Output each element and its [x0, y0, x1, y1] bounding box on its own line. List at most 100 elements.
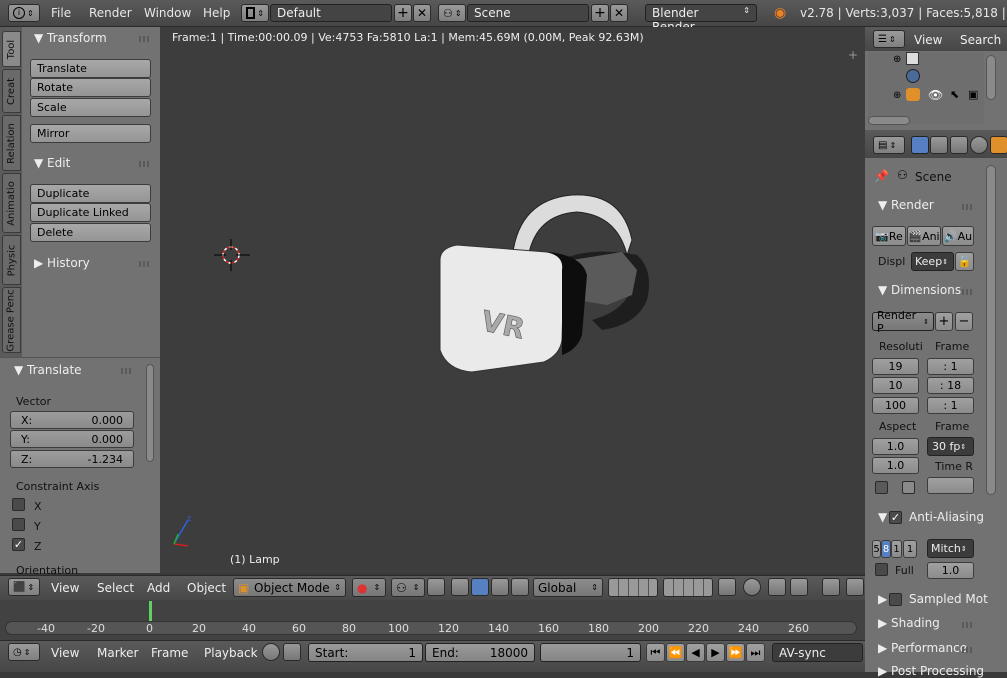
render-animation-button[interactable]: 🎬 Ani — [907, 226, 941, 246]
aa-samples-5[interactable]: 5 — [872, 540, 881, 558]
operator-panel-header[interactable]: ▼ Translate — [14, 363, 82, 377]
pin-icon[interactable]: 📌 — [874, 169, 889, 183]
dimensions-panel-header[interactable]: ▼ Dimensions — [878, 283, 961, 297]
display-mode-select[interactable]: Keep ⇕ — [911, 252, 954, 271]
scene-selector-button[interactable]: ⚇ ⇕ — [438, 4, 466, 22]
duplicate-linked-button[interactable]: Duplicate Linked — [30, 203, 151, 222]
jump-start-icon[interactable]: ⏮ — [646, 643, 665, 662]
scale-button[interactable]: Scale — [30, 98, 151, 117]
tab-physics[interactable]: Physic — [2, 235, 21, 285]
translate-button[interactable]: Translate — [30, 59, 151, 78]
timeline-menu-marker[interactable]: Marker — [97, 646, 138, 660]
panel-grip-icon[interactable] — [962, 289, 974, 295]
rotate-manipulator-icon[interactable] — [491, 578, 509, 596]
lock-interface-icon[interactable]: 🔓 — [955, 252, 974, 271]
timeline-menu-playback[interactable]: Playback — [204, 646, 258, 660]
delete-scene-button[interactable]: ✕ — [610, 4, 628, 22]
time-remap-field[interactable] — [927, 477, 974, 494]
panel-grip-icon[interactable] — [962, 622, 974, 628]
full-sample-checkbox[interactable] — [875, 563, 888, 576]
translate-arrow-icon[interactable] — [471, 578, 489, 596]
filter-size-field[interactable]: 1.0 — [927, 562, 974, 579]
outliner-search-menu[interactable]: Search — [960, 33, 1001, 47]
menu-file[interactable]: File — [51, 6, 71, 20]
expand-icon[interactable]: ⊕ — [893, 54, 901, 65]
post-processing-panel-header[interactable]: ▶ Post Processing — [878, 664, 984, 678]
properties-scrollbar[interactable] — [986, 165, 996, 495]
editor-type-button[interactable]: i ⇕ — [8, 4, 40, 22]
translate-y-field[interactable]: Y: 0.000 — [10, 430, 134, 448]
end-frame-field[interactable]: End: 18000 — [425, 643, 535, 662]
border-checkbox[interactable] — [875, 481, 888, 494]
jump-keyframe-back-icon[interactable]: ⏪ — [666, 643, 685, 662]
axis-z-checkbox[interactable]: ✓ — [12, 538, 25, 551]
render-preview-icon[interactable] — [822, 578, 840, 596]
scale-manipulator-icon[interactable] — [511, 578, 529, 596]
timeline-menu-view[interactable]: View — [51, 646, 79, 660]
layer-buttons-group-1[interactable] — [608, 578, 658, 597]
timeline-scrollbar[interactable] — [5, 621, 857, 635]
object-tab-icon[interactable] — [990, 136, 1007, 154]
render-layers-tab-icon[interactable] — [930, 136, 948, 154]
panel-grip-icon[interactable] — [139, 261, 151, 267]
tab-grease-pencil[interactable]: Grease Penc — [2, 287, 21, 353]
snap-toggle-icon[interactable] — [768, 578, 786, 596]
outliner-view-menu[interactable]: View — [914, 33, 942, 47]
menu-view[interactable]: View — [51, 581, 79, 595]
tab-create[interactable]: Creat — [2, 69, 21, 113]
translate-z-field[interactable]: Z: -1.234 — [10, 450, 134, 468]
menu-add[interactable]: Add — [147, 581, 170, 595]
camera-render-icon[interactable]: ▣ — [968, 88, 978, 101]
pivot-point-select[interactable]: ⚇ ⇕ — [391, 578, 425, 597]
translate-manipulator-icon[interactable] — [451, 578, 469, 596]
interaction-mode-select[interactable]: ▣ Object Mode ⇕ — [233, 578, 346, 597]
tab-tool[interactable]: Tool — [2, 31, 21, 67]
sampled-motion-panel-header[interactable]: ▶ — [878, 592, 887, 606]
outliner-editor-button[interactable]: ☰ ⇕ — [873, 30, 905, 48]
jump-keyframe-forward-icon[interactable]: ⏩ — [726, 643, 745, 662]
translate-x-field[interactable]: X: 0.000 — [10, 411, 134, 429]
anti-aliasing-panel-header[interactable]: ▼ — [878, 510, 887, 524]
menu-select[interactable]: Select — [97, 581, 134, 595]
start-frame-field[interactable]: Start: 1 — [308, 643, 423, 662]
panel-grip-icon[interactable] — [962, 204, 974, 210]
render-panel-header[interactable]: ▼ Render — [878, 198, 934, 212]
menu-help[interactable]: Help — [203, 6, 230, 20]
3d-editor-type-button[interactable]: ⬛ ⇕ — [8, 578, 40, 596]
tab-animation[interactable]: Animatio — [2, 173, 21, 233]
outliner-list[interactable]: ⊕ ⊕ 👁 ⬉ ▣ — [868, 52, 984, 124]
tab-relations[interactable]: Relation — [2, 115, 21, 171]
remove-preset-button[interactable]: − — [955, 312, 973, 331]
layout-name-field[interactable]: Default — [270, 4, 392, 22]
timeline-editor-type-button[interactable]: ◷ ⇕ — [8, 643, 40, 661]
panel-grip-icon[interactable] — [121, 368, 133, 374]
frame-end-field[interactable]: : 18 — [927, 377, 974, 394]
add-preset-button[interactable]: + — [935, 312, 953, 331]
add-layout-button[interactable]: + — [394, 4, 412, 22]
scene-name-field[interactable]: Scene — [467, 4, 589, 22]
edit-panel-header[interactable]: ▼ Edit — [34, 156, 70, 170]
operator-scrollbar[interactable] — [146, 364, 154, 462]
sync-mode-select[interactable]: AV-sync — [772, 643, 863, 662]
outliner-hscrollbar[interactable] — [868, 116, 910, 125]
viewport-shading-select[interactable]: ● ⇕ — [352, 578, 386, 597]
properties-editor-button[interactable]: ▤ ⇕ — [873, 136, 905, 154]
resolution-y-field[interactable]: 10 — [872, 377, 919, 394]
scene-tab-icon[interactable] — [950, 136, 968, 154]
axis-x-checkbox[interactable] — [12, 498, 25, 511]
vr-headset-model[interactable]: VR — [432, 190, 654, 375]
opengl-render-icon[interactable] — [846, 578, 864, 596]
preview-range-icon[interactable] — [262, 643, 280, 661]
cursor-select-icon[interactable]: ⬉ — [950, 88, 959, 101]
transform-panel-header[interactable]: ▼ Transform — [34, 31, 107, 45]
render-still-button[interactable]: 📷 Re — [872, 226, 906, 246]
mirror-button[interactable]: Mirror — [30, 124, 151, 143]
world-tab-icon[interactable] — [970, 136, 988, 154]
jump-end-icon[interactable]: ⏭ — [746, 643, 765, 662]
motion-blur-checkbox[interactable] — [889, 593, 902, 606]
panel-grip-icon[interactable] — [139, 161, 151, 167]
delete-button[interactable]: Delete — [30, 223, 151, 242]
transform-orientation-select[interactable]: Global ⇕ — [533, 578, 603, 597]
performance-panel-header[interactable]: ▶ Performance — [878, 641, 967, 655]
render-tab-camera-icon[interactable] — [911, 136, 929, 154]
